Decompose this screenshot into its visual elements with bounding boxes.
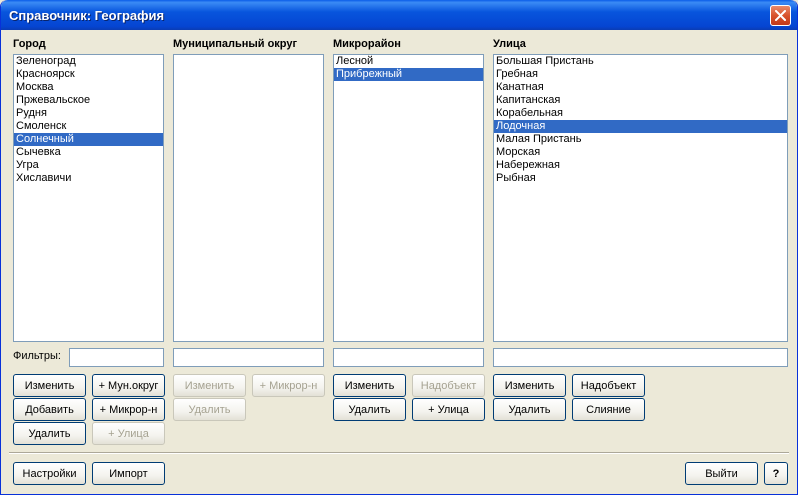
district-filter-input[interactable]	[173, 348, 324, 367]
exit-button[interactable]: Выйти	[685, 462, 758, 485]
list-item[interactable]: Морская	[494, 146, 787, 159]
list-item[interactable]: Москва	[14, 81, 163, 94]
city-add-button[interactable]: Добавить	[13, 398, 86, 421]
street-header: Улица	[493, 38, 526, 50]
list-item[interactable]: Рыбная	[494, 172, 787, 185]
street-parent-button[interactable]: Надобъект	[572, 374, 645, 397]
microdistrict-parent-button[interactable]: Надобъект	[412, 374, 485, 397]
street-edit-button[interactable]: Изменить	[493, 374, 566, 397]
list-item[interactable]: Угра	[14, 159, 163, 172]
list-item[interactable]: Малая Пристань	[494, 133, 787, 146]
list-item[interactable]: Гребная	[494, 68, 787, 81]
window-title: Справочник: География	[9, 8, 165, 23]
city-delete-button[interactable]: Удалить	[13, 422, 86, 445]
list-item[interactable]: Красноярск	[14, 68, 163, 81]
import-button[interactable]: Импорт	[92, 462, 165, 485]
list-item[interactable]: Лодочная	[494, 120, 787, 133]
window: Справочник: География Город Муниципальны…	[0, 0, 798, 495]
title-bar[interactable]: Справочник: География	[1, 0, 797, 30]
district-add-microdistrict-button[interactable]: + Микрор-н	[252, 374, 325, 397]
filters-label: Фильтры:	[13, 350, 61, 362]
street-delete-button[interactable]: Удалить	[493, 398, 566, 421]
list-item[interactable]: Капитанская	[494, 94, 787, 107]
list-item[interactable]: Прибрежный	[334, 68, 483, 81]
list-item[interactable]: Хиславичи	[14, 172, 163, 185]
city-list[interactable]: Зеленоград Красноярск Москва Пржевальское Ру…	[13, 54, 164, 342]
microdistrict-list[interactable]: Лесной Прибрежный	[333, 54, 484, 342]
microdistrict-filter-input[interactable]	[333, 348, 484, 367]
district-delete-button[interactable]: Удалить	[173, 398, 246, 421]
list-item[interactable]: Большая Пристань	[494, 55, 787, 68]
district-header: Муниципальный округ	[173, 38, 298, 50]
district-list[interactable]	[173, 54, 324, 342]
microdistrict-header: Микрорайон	[333, 38, 401, 50]
list-item[interactable]: Канатная	[494, 81, 787, 94]
city-edit-button[interactable]: Изменить	[13, 374, 86, 397]
list-item[interactable]: Сычевка	[14, 146, 163, 159]
microdistrict-edit-button[interactable]: Изменить	[333, 374, 406, 397]
street-merge-button[interactable]: Слияние	[572, 398, 645, 421]
microdistrict-add-street-button[interactable]: + Улица	[412, 398, 485, 421]
district-edit-button[interactable]: Изменить	[173, 374, 246, 397]
help-button[interactable]: ?	[764, 462, 788, 485]
list-item[interactable]: Лесной	[334, 55, 483, 68]
bottom-separator	[9, 452, 789, 454]
city-filter-input[interactable]	[69, 348, 164, 367]
street-filter-input[interactable]	[493, 348, 788, 367]
list-item[interactable]: Солнечный	[14, 133, 163, 146]
list-item[interactable]: Пржевальское	[14, 94, 163, 107]
list-item[interactable]: Рудня	[14, 107, 163, 120]
list-item[interactable]: Зеленоград	[14, 55, 163, 68]
list-item[interactable]: Набережная	[494, 159, 787, 172]
settings-button[interactable]: Настройки	[13, 462, 86, 485]
street-list[interactable]: Большая Пристань Гребная Канатная Капитанск…	[493, 54, 788, 342]
city-header: Город	[13, 38, 46, 50]
city-add-microdistrict-button[interactable]: + Микрор-н	[92, 398, 165, 421]
list-item[interactable]: Смоленск	[14, 120, 163, 133]
city-add-district-button[interactable]: + Мун.округ	[92, 374, 165, 397]
close-button[interactable]	[770, 5, 791, 26]
microdistrict-delete-button[interactable]: Удалить	[333, 398, 406, 421]
list-item[interactable]: Корабельная	[494, 107, 787, 120]
close-icon	[775, 10, 786, 21]
city-add-street-button[interactable]: + Улица	[92, 422, 165, 445]
